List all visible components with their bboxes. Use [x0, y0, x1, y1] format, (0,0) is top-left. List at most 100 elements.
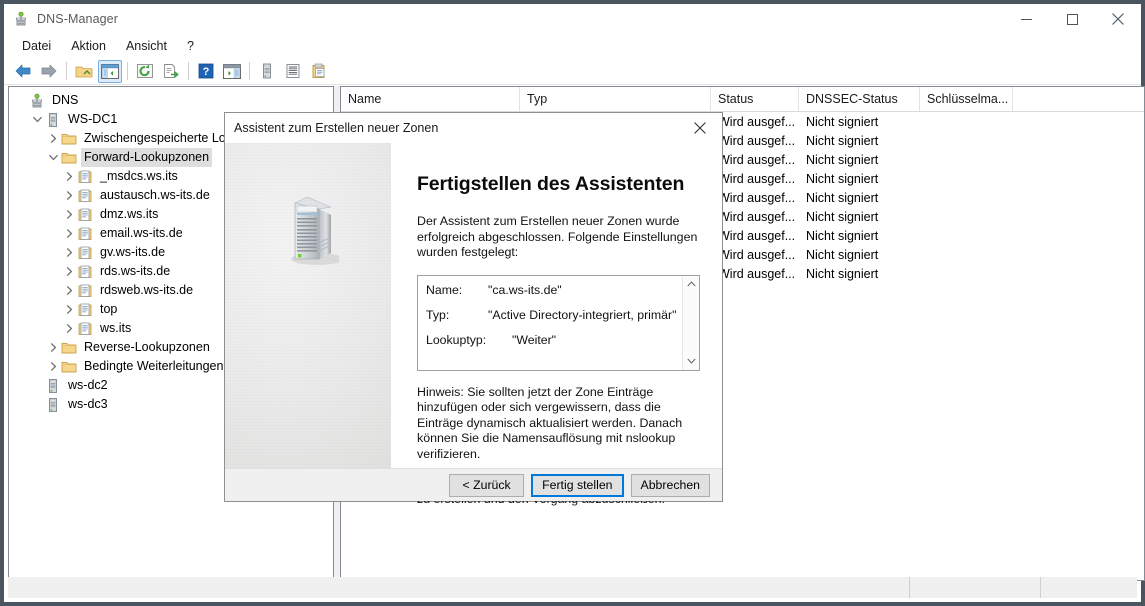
listview-header: Name Typ Status DNSSEC-Status Schlüsselma... — [341, 87, 1144, 112]
minimize-button[interactable] — [1003, 4, 1049, 34]
titlebar: DNS-Manager — [4, 4, 1141, 34]
summary-key: Name: — [426, 282, 463, 297]
column-header-name[interactable]: Name — [341, 87, 520, 111]
zone-icon — [77, 207, 93, 223]
menu-ansicht[interactable]: Ansicht — [116, 36, 177, 56]
chevron-right-icon[interactable] — [61, 302, 77, 318]
server-icon — [45, 112, 61, 128]
cell-dnssec: Nicht signiert — [806, 266, 879, 281]
chevron-right-icon[interactable] — [61, 207, 77, 223]
tree-item-label: Reverse-Lookupzonen — [84, 340, 210, 354]
zone-icon — [77, 188, 93, 204]
menu-datei[interactable]: Datei — [12, 36, 61, 56]
chevron-right-icon[interactable] — [45, 131, 61, 147]
statusbar-section-3 — [1041, 577, 1137, 598]
forward-icon[interactable] — [37, 60, 61, 83]
export-list-icon[interactable] — [159, 60, 183, 83]
summary-scrollbar[interactable] — [682, 275, 699, 370]
zone-icon — [77, 302, 93, 318]
cell-dnssec: Nicht signiert — [806, 228, 879, 243]
toolbar-separator — [249, 62, 250, 80]
dialog-close-button[interactable] — [678, 113, 722, 143]
chevron-right-icon[interactable] — [61, 264, 77, 280]
dialog-note-1: Hinweis: Sie sollten jetzt der Zone Eint… — [417, 384, 683, 461]
chevron-right-icon[interactable] — [45, 359, 61, 375]
cell-dnssec: Nicht signiert — [806, 247, 879, 262]
chevron-right-icon[interactable] — [61, 283, 77, 299]
statusbar — [8, 577, 1137, 598]
toolbar: ? — [4, 58, 1141, 85]
tree-item-label: rdsweb.ws-its.de — [100, 283, 194, 297]
scroll-down-icon[interactable] — [683, 353, 699, 370]
tree-item-label: ws-dc3 — [68, 397, 108, 411]
column-header-schl-sselma[interactable]: Schlüsselma... — [920, 87, 1013, 111]
back-icon[interactable] — [11, 60, 35, 83]
summary-value: "ca.ws-its.de" — [488, 282, 562, 297]
tree-item-label: ws-dc2 — [68, 378, 108, 392]
summary-line: Lookuptyp: "Weiter" — [426, 333, 674, 348]
menu-help[interactable]: ? — [177, 36, 204, 56]
new-zone-icon[interactable] — [307, 60, 331, 83]
cell-status: Wird ausgef... — [718, 209, 796, 224]
menu-aktion[interactable]: Aktion — [61, 36, 116, 56]
chevron-down-icon[interactable] — [45, 150, 61, 166]
dialog-title: Assistent zum Erstellen neuer Zonen — [234, 121, 439, 135]
new-zone-wizard-dialog: Assistent zum Erstellen neuer Zonen Fert… — [224, 112, 723, 506]
zone-icon — [77, 169, 93, 185]
chevron-right-icon[interactable] — [61, 169, 77, 185]
back-button[interactable]: < Zurück — [449, 473, 525, 497]
chevron-right-icon[interactable] — [45, 340, 61, 356]
column-header-status[interactable]: Status — [711, 87, 799, 111]
properties-icon[interactable] — [281, 60, 305, 83]
zone-icon — [77, 264, 93, 280]
refresh-icon[interactable] — [133, 60, 157, 83]
tree-item-label: dmz.ws.its — [100, 207, 159, 221]
scroll-up-icon[interactable] — [683, 276, 699, 293]
help-icon[interactable]: ? — [194, 60, 218, 83]
cancel-button[interactable]: Abbrechen — [630, 473, 710, 497]
chevron-right-icon[interactable] — [61, 188, 77, 204]
summary-key: Typ: — [426, 307, 450, 322]
window-frame: DNS-Manager Datei Aktion Ansicht ? ? DNS… — [0, 0, 1145, 606]
server-icon[interactable] — [255, 60, 279, 83]
tree-item-label: Forward-Lookupzonen — [81, 148, 213, 167]
column-header-dnssec-status[interactable]: DNSSEC-Status — [799, 87, 920, 111]
column-header-typ[interactable]: Typ — [520, 87, 711, 111]
tree-item-label: Bedingte Weiterleitungen — [84, 359, 224, 373]
cell-dnssec: Nicht signiert — [806, 152, 879, 167]
cell-dnssec: Nicht signiert — [806, 133, 879, 148]
chevron-down-icon[interactable] — [29, 112, 45, 128]
maximize-button[interactable] — [1049, 4, 1095, 34]
summary-list: Name: "ca.ws-its.de" Typ: "Active Directory… — [418, 276, 682, 370]
close-button[interactable] — [1095, 4, 1141, 34]
tree-item-label: rds.ws-its.de — [100, 264, 171, 278]
tree-item-dns[interactable]: DNS — [9, 91, 333, 110]
dialog-body: Fertigstellen des Assistenten Der Assist… — [225, 143, 722, 506]
zone-icon — [77, 283, 93, 299]
cell-status: Wird ausgef... — [718, 228, 796, 243]
tree-item-label: gv.ws-its.de — [100, 245, 166, 259]
show-hide-action-pane-icon[interactable] — [220, 60, 244, 83]
svg-text:?: ? — [203, 66, 210, 78]
dns-manager-window: DNS-Manager Datei Aktion Ansicht ? ? DNS… — [0, 0, 1145, 606]
tree-item-label: WS-DC1 — [68, 112, 118, 126]
summary-line: Name: "ca.ws-its.de" — [426, 283, 674, 298]
cell-status: Wird ausgef... — [718, 114, 796, 129]
up-folder-icon[interactable] — [72, 60, 96, 83]
zone-icon — [77, 321, 93, 337]
finish-button[interactable]: Fertig stellen — [531, 473, 624, 497]
dialog-banner — [225, 143, 391, 468]
cell-status: Wird ausgef... — [718, 133, 796, 148]
summary-box: Name: "ca.ws-its.de" Typ: "Active Directory… — [417, 274, 700, 371]
menubar: Datei Aktion Ansicht ? — [4, 34, 1141, 58]
chevron-right-icon[interactable] — [61, 245, 77, 261]
tree-item-label: email.ws-its.de — [100, 226, 183, 240]
folder-icon — [61, 131, 77, 147]
chevron-right-icon[interactable] — [61, 321, 77, 337]
show-hide-console-tree-icon[interactable] — [98, 59, 122, 83]
tree-item-label: _msdcs.ws.its — [100, 169, 178, 183]
window-controls — [1003, 4, 1141, 34]
chevron-right-icon[interactable] — [61, 226, 77, 242]
tree-item-label: top — [100, 302, 118, 316]
folder-icon — [61, 340, 77, 356]
